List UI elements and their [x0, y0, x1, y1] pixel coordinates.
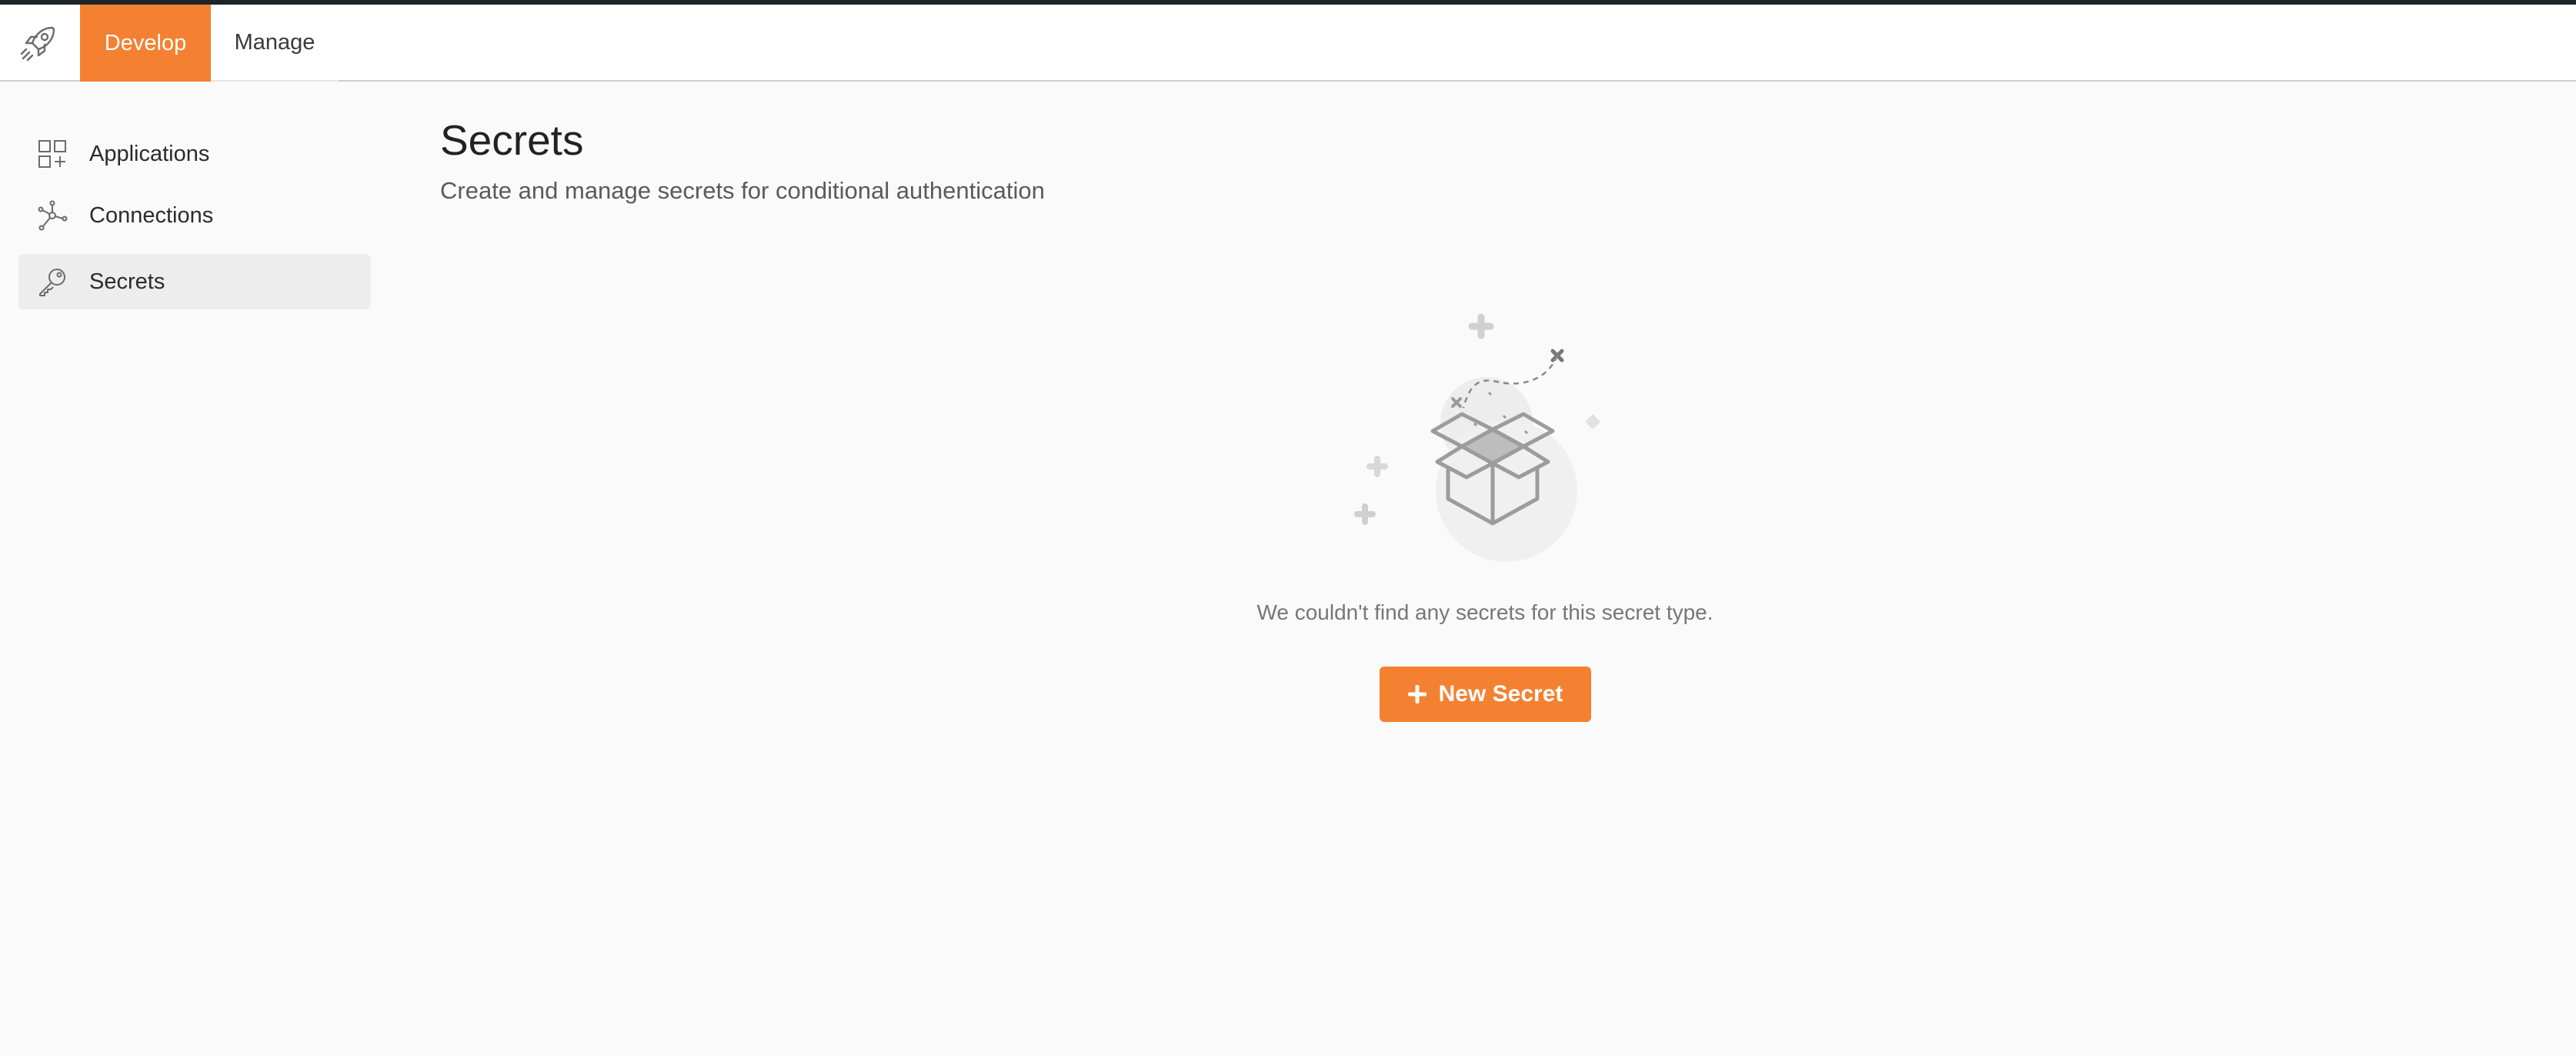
- page-subtitle: Create and manage secrets for conditiona…: [440, 177, 1045, 204]
- sidebar-item-label: Applications: [89, 141, 210, 166]
- new-secret-button-label: New Secret: [1438, 681, 1563, 707]
- sidebar-item-connections[interactable]: Connections: [18, 188, 371, 243]
- sidebar: Applications Connections Secrets: [0, 83, 385, 1056]
- rocket-icon[interactable]: [17, 22, 60, 65]
- connections-network-icon: [38, 200, 68, 231]
- top-navigation-bar: Develop Manage: [0, 5, 2576, 82]
- key-icon: [39, 269, 65, 296]
- sidebar-item-label: Connections: [89, 202, 214, 228]
- open-box-illustration: [1354, 313, 1600, 562]
- new-secret-button[interactable]: New Secret: [1380, 667, 1591, 722]
- page-title: Secrets: [440, 116, 584, 164]
- sidebar-item-applications[interactable]: Applications: [18, 126, 371, 182]
- empty-state-message: We couldn't find any secrets for this se…: [1256, 600, 1713, 624]
- applications-grid-icon: [38, 140, 66, 168]
- sidebar-item-secrets[interactable]: Secrets: [18, 254, 371, 309]
- sidebar-item-label: Secrets: [89, 269, 165, 294]
- tab-develop[interactable]: Develop: [80, 5, 211, 82]
- tab-manage[interactable]: Manage: [211, 5, 339, 82]
- plus-icon: [1407, 685, 1426, 703]
